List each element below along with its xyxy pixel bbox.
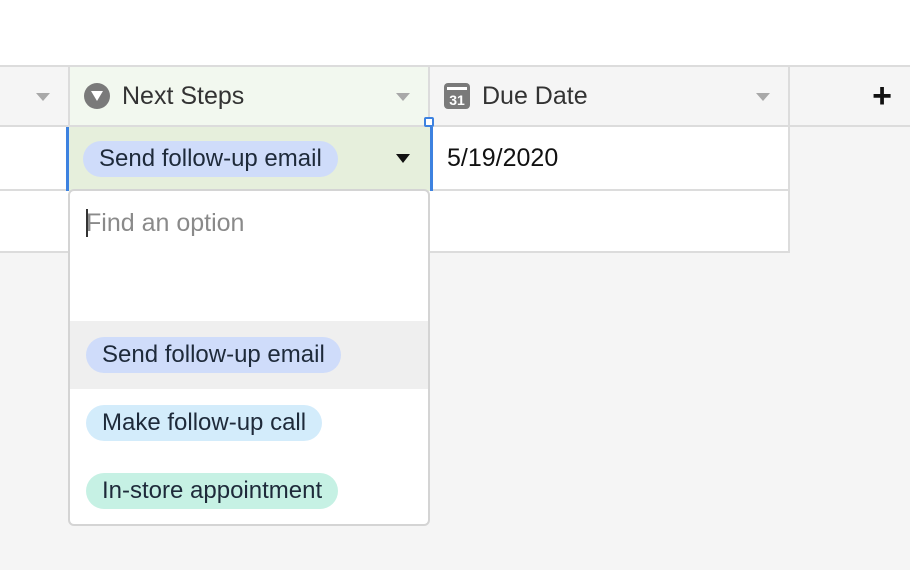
column-header-next-steps[interactable]: Next Steps [70,67,430,125]
chevron-down-icon[interactable] [396,154,410,163]
header-row: Next Steps 31 Due Date + [0,65,910,127]
previous-column-cell[interactable] [0,127,70,191]
column-menu-chevron-icon[interactable] [36,93,50,101]
plus-icon: + [872,77,892,115]
add-column-button[interactable]: + [790,67,910,125]
selected-option-pill: Send follow-up email [83,141,338,177]
top-bar [0,0,910,65]
column-menu-chevron-icon[interactable] [396,93,410,101]
due-date-cell[interactable]: 5/19/2020 [433,127,790,191]
option-item[interactable]: In-store appointment [70,457,428,524]
option-dropdown: Send follow-up email Make follow-up call… [68,189,430,526]
option-pill: In-store appointment [86,473,339,509]
option-pill: Send follow-up email [86,337,341,373]
find-option-input[interactable] [86,205,406,241]
calendar-icon: 31 [444,83,470,109]
table-row: Send follow-up email 5/19/2020 [0,127,790,191]
text-cursor [86,209,88,237]
column-header-due-date[interactable]: 31 Due Date [430,67,790,125]
column-menu-chevron-icon[interactable] [756,93,770,101]
single-select-icon [84,83,110,109]
option-pill: Make follow-up call [86,405,323,441]
column-title-due-date: Due Date [482,81,588,110]
option-item[interactable]: Make follow-up call [70,389,428,457]
due-date-value: 5/19/2020 [447,143,559,172]
column-title-next-steps: Next Steps [122,81,245,110]
option-item[interactable]: Send follow-up email [70,321,428,389]
next-steps-cell-selected[interactable]: Send follow-up email [66,127,433,191]
column-header-previous[interactable] [0,67,70,125]
fill-handle[interactable] [424,117,434,127]
